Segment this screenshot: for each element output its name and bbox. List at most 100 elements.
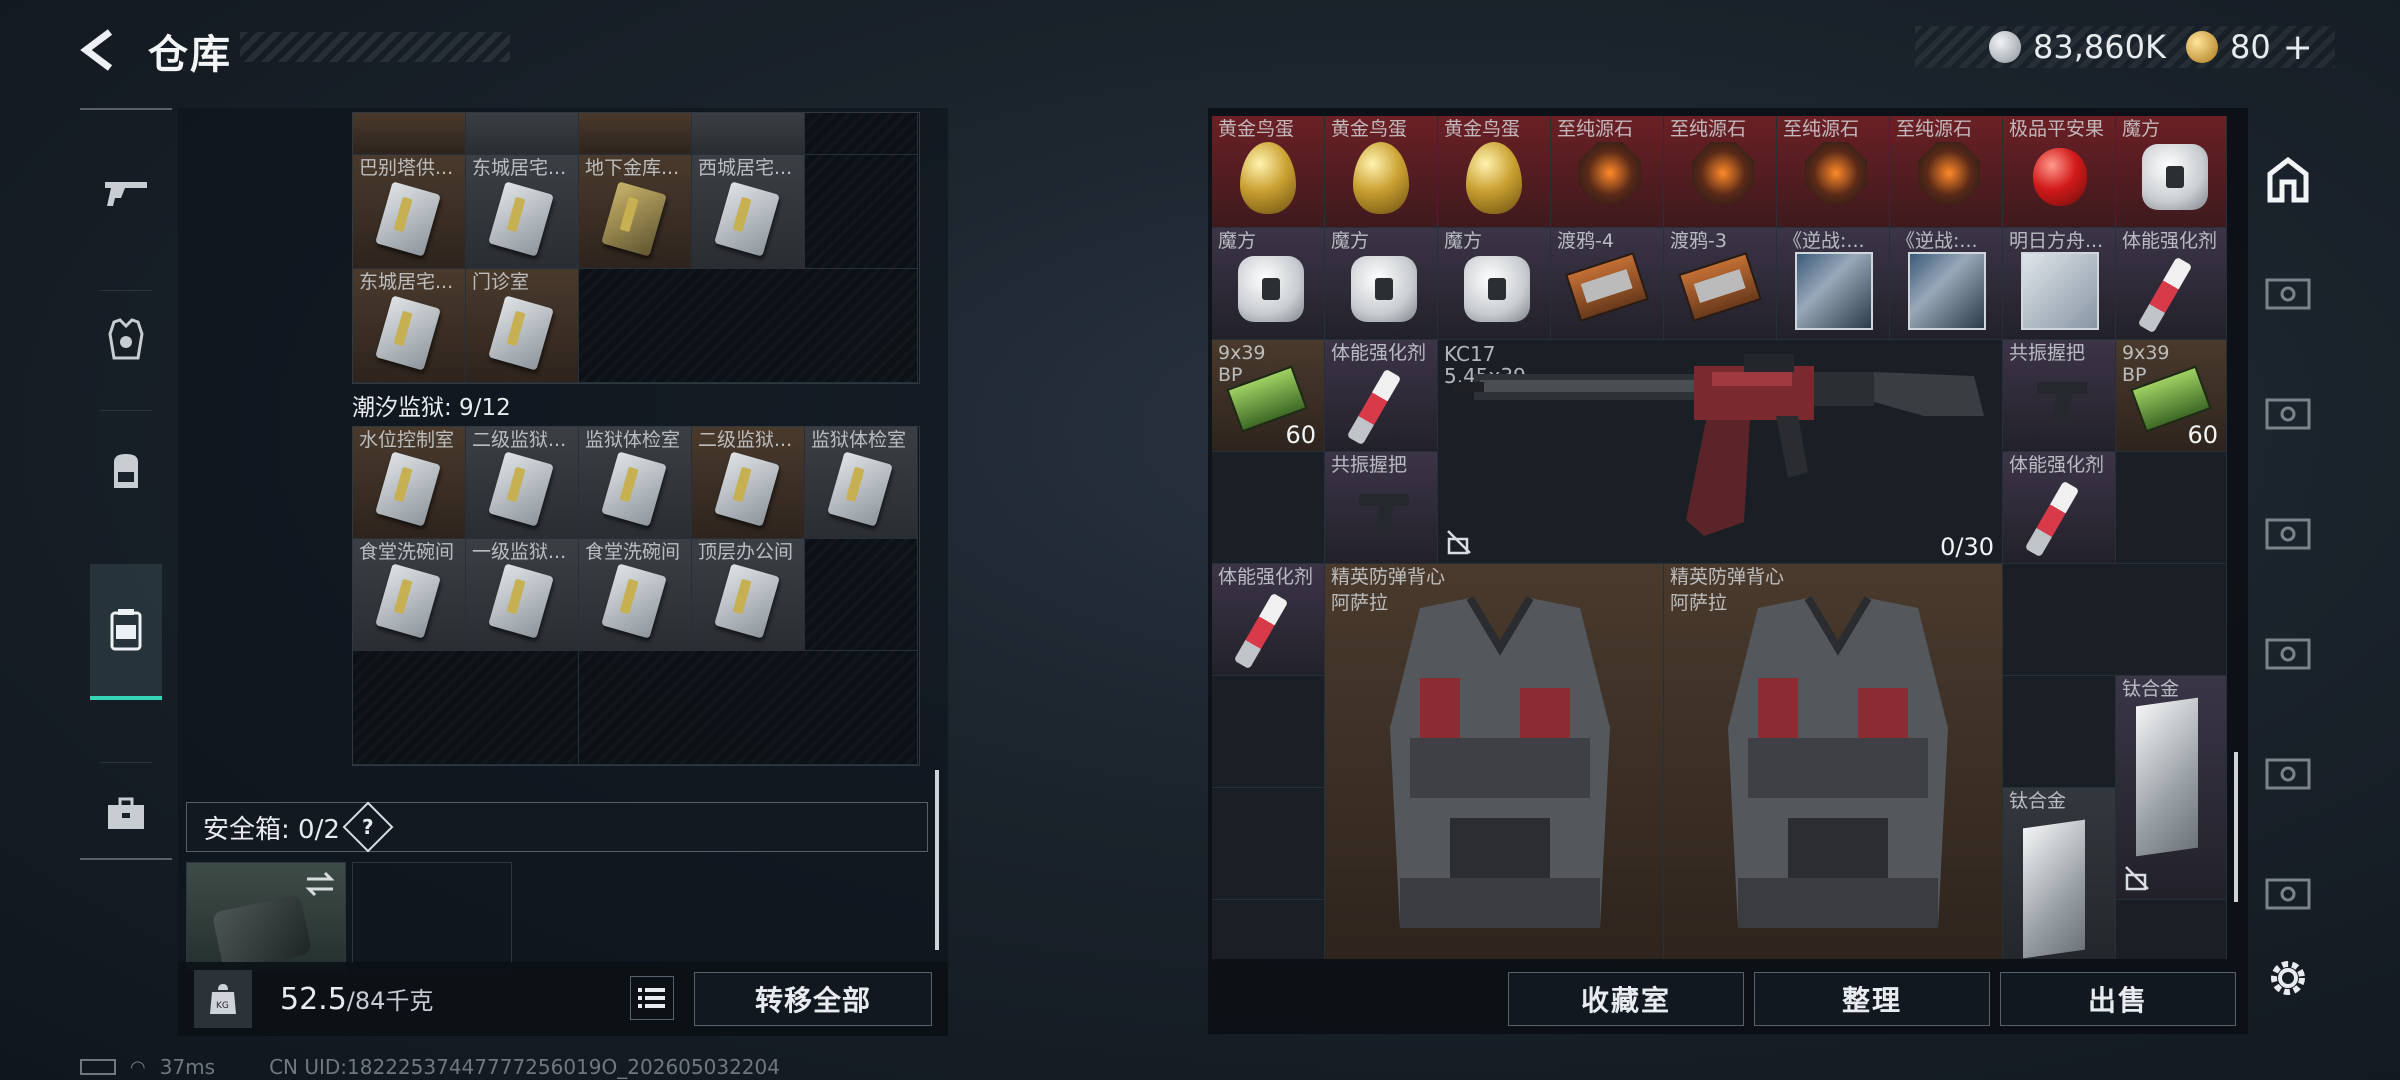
key-item[interactable]: 东城居宅... [353, 269, 466, 383]
key-item[interactable]: 巴别塔供... [353, 155, 466, 269]
stash-footer: KG 52.5/84千克 转移全部 [178, 962, 948, 1036]
stimulant-item[interactable]: 体能强化剂 [2116, 228, 2227, 340]
crate-icon [2265, 518, 2311, 550]
key-item[interactable]: 门诊室 [466, 269, 579, 383]
nav-containers[interactable] [90, 564, 162, 700]
key-item[interactable]: 二级监狱... [692, 427, 805, 539]
wifi-icon: ◠ [130, 1056, 146, 1078]
gold-coin-icon [2185, 31, 2218, 63]
gear-icon [2271, 961, 2305, 995]
key-item[interactable]: 二级监狱... [466, 427, 579, 539]
container-toolbar [2246, 120, 2330, 1040]
safe-box-bar: 安全箱: 0/2 ? [186, 801, 928, 853]
cassette-item[interactable]: 渡鸦-4 [1551, 228, 1664, 340]
key-item[interactable]: 食堂洗碗间 [579, 539, 692, 651]
cassette-item[interactable]: 渡鸦-3 [1664, 228, 1777, 340]
briefcase-icon [108, 797, 144, 829]
grip-item[interactable]: 共振握把 [1325, 452, 1438, 564]
key-item[interactable]: 一级监狱... [466, 539, 579, 651]
right-scrollbar[interactable] [2234, 752, 2238, 902]
swap-icon [305, 871, 335, 897]
nav-backpack[interactable] [90, 434, 162, 506]
gun-icon [105, 182, 147, 206]
titanium-item[interactable]: 钛合金 [2116, 676, 2227, 900]
list-view-button[interactable] [630, 976, 674, 1020]
battery-icon [80, 1059, 116, 1075]
album-item[interactable]: 《逆战:... [1777, 228, 1890, 340]
source-stone-item[interactable]: 至纯源石 [1777, 116, 1890, 228]
safe-box-icon [211, 894, 313, 972]
backpack-icon [114, 454, 138, 488]
container-slot-button[interactable] [2256, 260, 2320, 324]
rubik-cube-item[interactable]: 魔方 [1438, 228, 1551, 340]
key-item[interactable]: 地下金库... [579, 155, 692, 269]
album-item[interactable]: 《逆战:... [1890, 228, 2003, 340]
source-stone-item[interactable]: 至纯源石 [1664, 116, 1777, 228]
weight-text: 52.5/84千克 [280, 981, 433, 1017]
rubik-cube-item[interactable]: 魔方 [2116, 116, 2227, 228]
safe-box-label: 安全箱: 0/2 [203, 814, 340, 845]
add-currency-button[interactable]: + [2283, 27, 2313, 68]
key-item[interactable]: 西城居宅... [692, 155, 805, 269]
back-button[interactable] [70, 20, 130, 80]
rubik-cube-item[interactable]: 魔方 [1325, 228, 1438, 340]
stimulant-item[interactable]: 体能强化剂 [2003, 452, 2116, 564]
rubik-cube-item[interactable]: 魔方 [1212, 228, 1325, 340]
container-slot-button[interactable] [2256, 620, 2320, 684]
stimulant-item[interactable]: 体能强化剂 [1212, 564, 1325, 676]
crate-icon [2265, 278, 2311, 310]
transfer-all-button[interactable]: 转移全部 [694, 972, 932, 1026]
safe-box-slot[interactable] [186, 862, 346, 972]
sell-button[interactable]: 出售 [2000, 972, 2236, 1026]
page-title: 仓库 [148, 32, 232, 78]
help-button[interactable]: ? [342, 801, 394, 853]
key-grid-1: 巴别塔供... 东城居宅... 地下金库... 西城居宅... 东城居宅... … [352, 112, 920, 384]
left-scrollbar[interactable] [935, 770, 939, 950]
kc17-rifle-image [1454, 354, 1984, 536]
crate-icon [2265, 638, 2311, 670]
apple-item[interactable]: 极品平安果 [2003, 116, 2116, 228]
source-stone-item[interactable]: 至纯源石 [1551, 116, 1664, 228]
back-arrow-icon [80, 29, 113, 71]
weight-current: 52.5 [280, 982, 347, 1017]
key-item[interactable]: 水位控制室 [353, 427, 466, 539]
nav-toolbox[interactable] [90, 778, 162, 850]
album-item[interactable]: 明日方舟... [2003, 228, 2116, 340]
safe-box-slot-empty[interactable] [352, 862, 512, 972]
key-grid-2: 水位控制室 二级监狱... 监狱体检室 二级监狱... 监狱体检室 食堂洗碗间 … [352, 426, 920, 766]
container-slot-button[interactable] [2256, 740, 2320, 804]
nav-armor[interactable] [90, 304, 162, 376]
ammo-item[interactable]: 9x39 BP 60 [1212, 340, 1325, 452]
crate-icon [2265, 878, 2311, 910]
key-item[interactable]: 食堂洗碗间 [353, 539, 466, 651]
nav-weapons[interactable] [90, 158, 162, 230]
golden-egg-item[interactable]: 黄金鸟蛋 [1438, 116, 1551, 228]
inventory-actions: 收藏室 整理 出售 [1508, 972, 2236, 1026]
house-icon [2267, 156, 2309, 203]
collection-room-button[interactable]: 收藏室 [1508, 972, 1744, 1026]
container-icon [110, 609, 142, 651]
premium-amount: 80 [2229, 28, 2271, 66]
ammo-item[interactable]: 9x39 BP 60 [2116, 340, 2227, 452]
key-item[interactable]: 监狱体检室 [805, 427, 918, 539]
status-line: ◠ 37ms CN UID:18222537447777256019O_2026… [80, 1055, 780, 1079]
container-slot-button[interactable] [2256, 380, 2320, 444]
home-container-button[interactable] [2256, 148, 2320, 212]
golden-egg-item[interactable]: 黄金鸟蛋 [1325, 116, 1438, 228]
key-item[interactable]: 顶层办公间 [692, 539, 805, 651]
golden-egg-item[interactable]: 黄金鸟蛋 [1212, 116, 1325, 228]
svg-text:KG: KG [216, 1001, 229, 1011]
key-item[interactable]: 东城居宅... [466, 155, 579, 269]
organize-button[interactable]: 整理 [1754, 972, 1990, 1026]
titanium-item[interactable]: 钛合金 [2003, 788, 2116, 959]
container-slot-button[interactable] [2256, 860, 2320, 924]
prison-keys-title: 潮汐监狱: 9/12 [352, 395, 511, 421]
weight-icon: KG [194, 970, 252, 1028]
key-item[interactable]: 监狱体检室 [579, 427, 692, 539]
stimulant-item[interactable]: 体能强化剂 [1325, 340, 1438, 452]
source-stone-item[interactable]: 至纯源石 [1890, 116, 2003, 228]
armor-icon [108, 318, 144, 360]
grip-item[interactable]: 共振握把 [2003, 340, 2116, 452]
container-slot-button[interactable] [2256, 500, 2320, 564]
settings-button[interactable] [2256, 946, 2320, 1010]
